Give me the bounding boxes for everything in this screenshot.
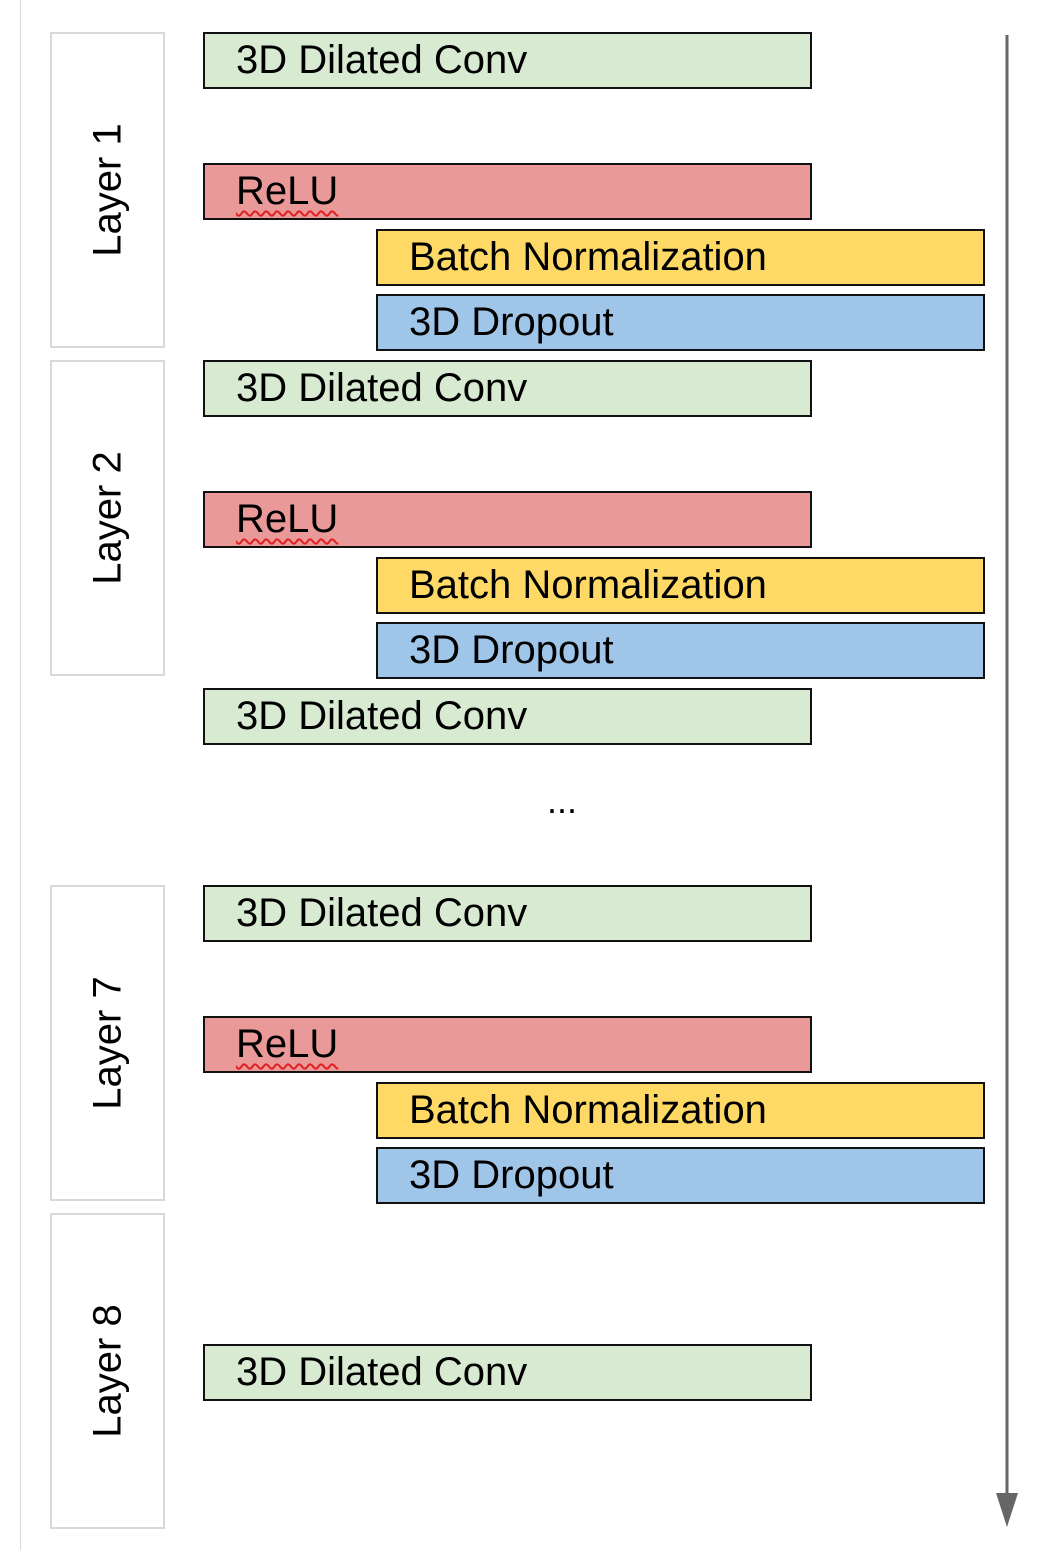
layer-label: Layer 8	[85, 1304, 129, 1438]
dropout-block: 3D Dropout	[376, 622, 985, 679]
conv-block: 3D Dilated Conv	[203, 360, 812, 417]
dropout-block: 3D Dropout	[376, 294, 985, 351]
layer-label: Layer 7	[85, 976, 129, 1110]
layer-2-box: Layer 2	[50, 360, 165, 676]
batchnorm-block: Batch Normalization	[376, 229, 985, 286]
relu-block: ReLU	[203, 491, 812, 548]
layer-8-box: Layer 8	[50, 1213, 165, 1529]
layer-label: Layer 1	[85, 123, 129, 257]
flow-arrow-down-icon	[996, 35, 1018, 1527]
dropout-block: 3D Dropout	[376, 1147, 985, 1204]
relu-block: ReLU	[203, 1016, 812, 1073]
layer-label: Layer 2	[85, 451, 129, 585]
conv-block: 3D Dilated Conv	[203, 688, 812, 745]
left-divider	[20, 0, 21, 1550]
layer-7-box: Layer 7	[50, 885, 165, 1201]
relu-block: ReLU	[203, 163, 812, 220]
conv-block: 3D Dilated Conv	[203, 1344, 812, 1401]
batchnorm-block: Batch Normalization	[376, 1082, 985, 1139]
batchnorm-block: Batch Normalization	[376, 557, 985, 614]
conv-block: 3D Dilated Conv	[203, 32, 812, 89]
layer-1-box: Layer 1	[50, 32, 165, 348]
ellipsis: ...	[546, 780, 577, 821]
conv-block: 3D Dilated Conv	[203, 885, 812, 942]
